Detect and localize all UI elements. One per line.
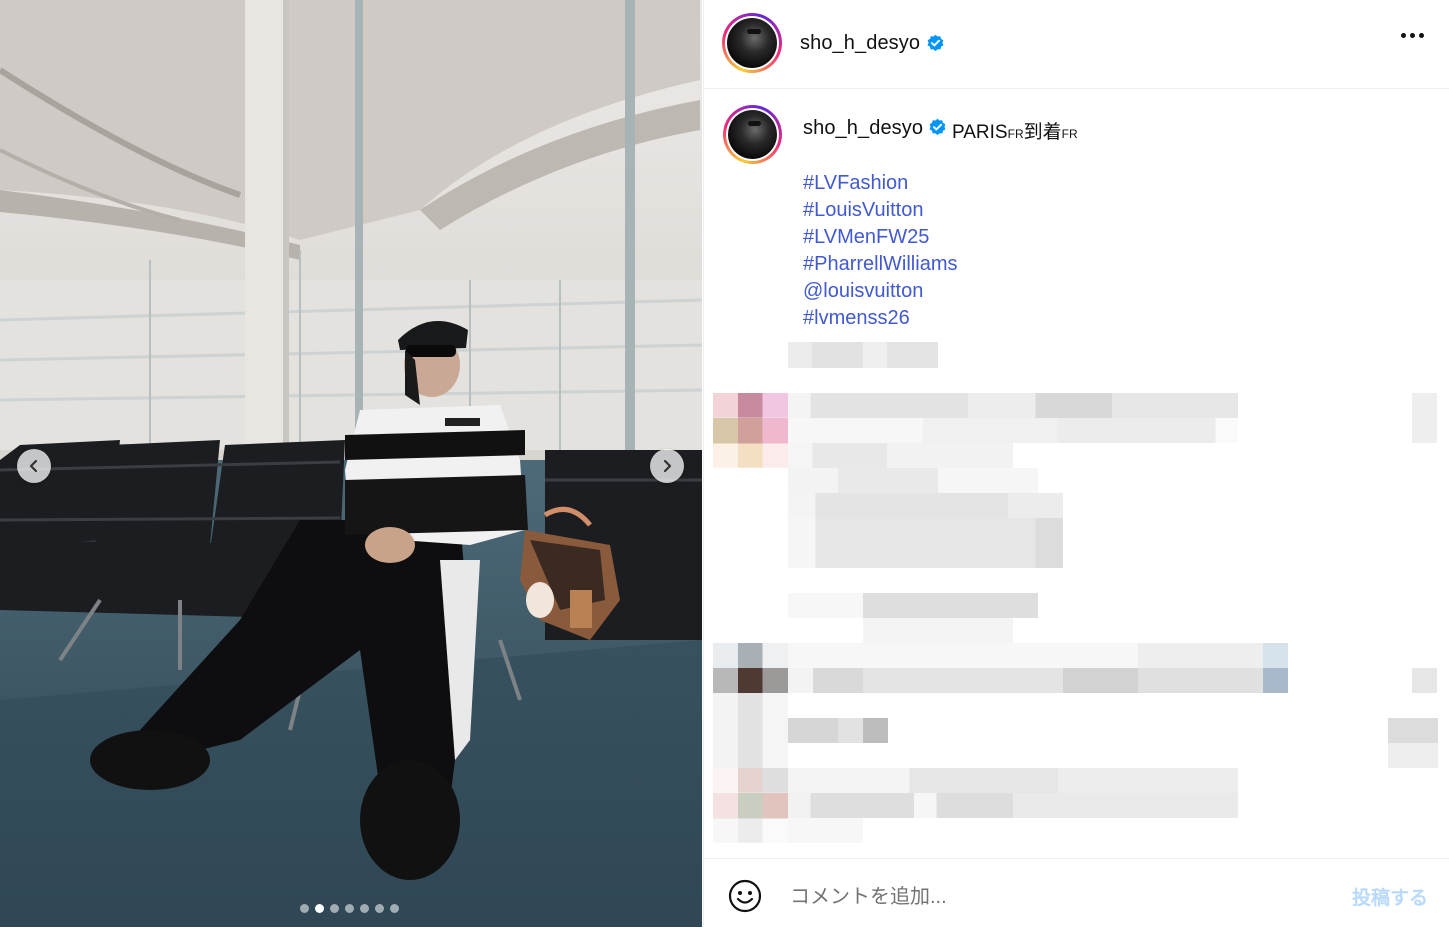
carousel-dot[interactable] xyxy=(375,904,384,913)
chevron-right-icon xyxy=(663,459,672,473)
post-photo[interactable] xyxy=(0,0,702,927)
comment-input[interactable] xyxy=(788,881,1312,913)
pixelated-block xyxy=(788,718,888,743)
hashtag-link[interactable]: #lvmenss26 xyxy=(803,305,957,332)
verified-badge-icon xyxy=(927,34,944,52)
pixelated-block xyxy=(788,768,1238,793)
hashtag-list: #LVFashion #LouisVuitton #LVMenFW25 #Pha… xyxy=(803,170,957,332)
header-username[interactable]: sho_h_desyo xyxy=(800,32,920,55)
carousel-dot-active[interactable] xyxy=(315,904,324,913)
pixelated-avatar xyxy=(713,393,788,468)
chevron-left-icon xyxy=(29,459,38,473)
pixelated-like xyxy=(1388,718,1438,768)
avatar[interactable] xyxy=(722,13,782,73)
hashtag-link[interactable]: #LouisVuitton xyxy=(803,197,957,224)
mention-link[interactable]: @louisvuitton xyxy=(803,278,957,305)
pixelated-block xyxy=(788,393,1238,418)
verified-badge-icon xyxy=(929,118,946,136)
photo-scene xyxy=(0,0,702,927)
pixelated-like xyxy=(1412,668,1437,693)
pixelated-block xyxy=(788,468,1038,493)
pixelated-block xyxy=(788,443,1013,468)
hashtag-link[interactable]: #PharrellWilliams xyxy=(803,251,957,278)
pixelated-block xyxy=(788,793,1238,818)
carousel-dot[interactable] xyxy=(330,904,339,913)
caption-text: PARISFR到着FR xyxy=(952,117,1078,144)
post-comment-button[interactable]: 投稿する xyxy=(1352,883,1428,910)
carousel-dot[interactable] xyxy=(300,904,309,913)
more-options-icon[interactable] xyxy=(1401,33,1424,38)
caption-mid: 到着 xyxy=(1023,122,1062,143)
pixelated-block xyxy=(788,643,1288,668)
carousel-dot[interactable] xyxy=(360,904,369,913)
caption-main: PARIS xyxy=(952,122,1008,143)
post-details-panel: sho_h_desyo sho_h_desyo PARISFR到着FR #LVF… xyxy=(703,0,1449,927)
carousel-indicator xyxy=(300,904,399,913)
post-header: sho_h_desyo xyxy=(704,0,1449,89)
pixelated-avatar xyxy=(713,693,788,768)
comment-composer: 投稿する xyxy=(704,858,1449,928)
pixelated-block xyxy=(788,593,1038,618)
hashtag-link[interactable]: #LVFashion xyxy=(803,170,957,197)
pixelated-block xyxy=(788,418,1238,443)
carousel-dot[interactable] xyxy=(345,904,354,913)
caption-avatar[interactable] xyxy=(723,105,782,164)
pixelated-comments xyxy=(704,340,1449,860)
pixelated-block xyxy=(863,618,1013,643)
hashtag-link[interactable]: #LVMenFW25 xyxy=(803,224,957,251)
pixelated-block xyxy=(788,818,863,843)
caption-flag: FR xyxy=(1061,127,1078,141)
pixelated-block xyxy=(788,668,1288,693)
pixelated-avatar xyxy=(713,768,788,843)
caption-username[interactable]: sho_h_desyo xyxy=(803,117,923,140)
carousel-prev-button[interactable] xyxy=(17,449,51,483)
pixelated-avatar xyxy=(713,643,788,693)
caption-flag: FR xyxy=(1007,127,1024,141)
carousel-next-button[interactable] xyxy=(650,449,684,483)
emoji-icon[interactable] xyxy=(728,879,762,913)
pixelated-block xyxy=(788,342,938,368)
carousel-dot[interactable] xyxy=(390,904,399,913)
pixelated-like xyxy=(1412,393,1437,443)
pixelated-block xyxy=(788,493,1063,518)
pixelated-block xyxy=(788,518,1063,568)
